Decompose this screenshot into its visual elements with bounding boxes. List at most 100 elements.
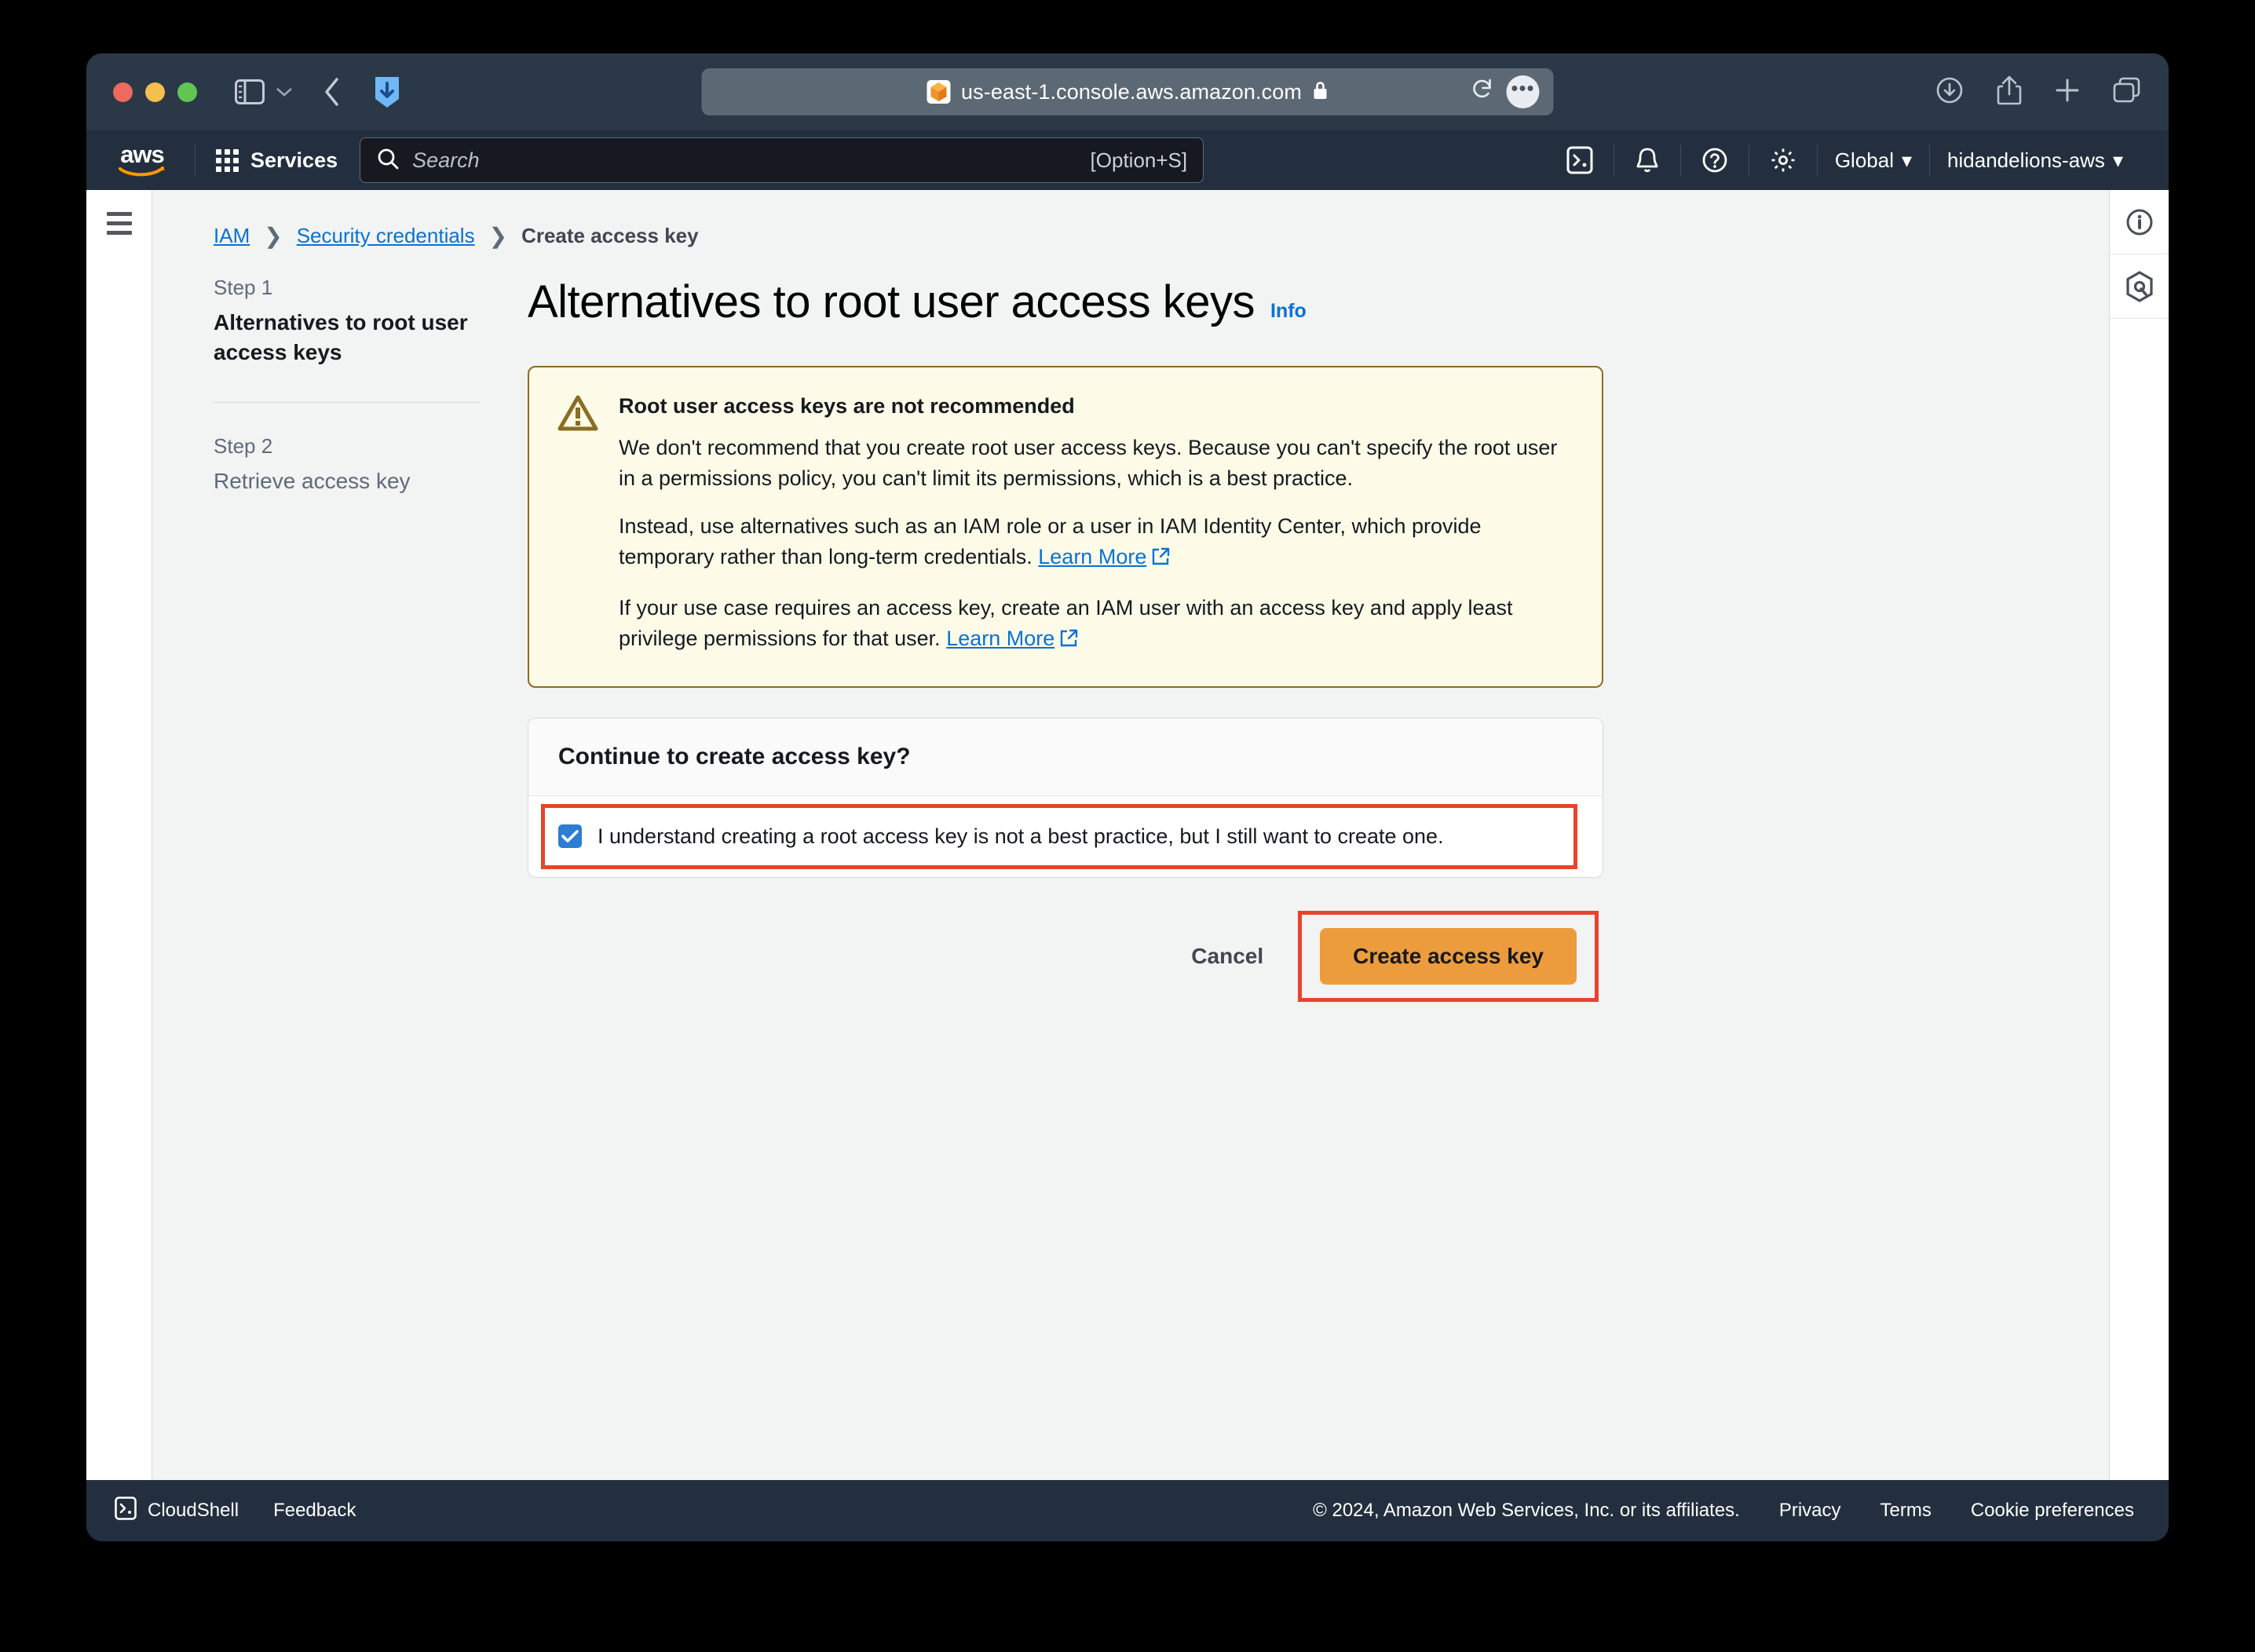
warning-triangle-icon xyxy=(557,394,598,656)
create-access-key-button[interactable]: Create access key xyxy=(1320,927,1577,985)
alert-paragraph-2: Instead, use alternatives such as an IAM… xyxy=(619,511,1570,575)
footer-right: © 2024, Amazon Web Services, Inc. or its… xyxy=(1313,1500,2134,1522)
downloads-icon[interactable] xyxy=(1935,75,1964,109)
footer-link-terms[interactable]: Terms xyxy=(1880,1500,1932,1522)
search-input[interactable]: Search [Option+S] xyxy=(360,137,1204,183)
aws-logo-text: aws xyxy=(120,141,165,169)
browser-window: us-east-1.console.aws.amazon.com ••• aws… xyxy=(86,53,2169,1541)
learn-more-link-2[interactable]: Learn More xyxy=(946,627,1054,650)
tab-overview-icon[interactable] xyxy=(2112,76,2142,108)
caret-down-icon: ▾ xyxy=(1901,148,1913,172)
acknowledge-checkbox[interactable] xyxy=(558,824,582,849)
breadcrumb-item-iam[interactable]: IAM xyxy=(214,224,250,248)
wizard-steps: Step 1 Alternatives to root user access … xyxy=(214,276,528,1002)
breadcrumb-separator: ❯ xyxy=(264,224,283,248)
wizard-layout: Step 1 Alternatives to root user access … xyxy=(152,249,2109,1002)
continue-card: Continue to create access key? I underst… xyxy=(528,717,1603,878)
footer-cloudshell-button[interactable]: CloudShell xyxy=(115,1496,239,1526)
cloudshell-icon xyxy=(115,1496,137,1526)
alert-paragraph-1: We don't recommend that you create root … xyxy=(619,436,1558,491)
learn-more-link-1[interactable]: Learn More xyxy=(1038,545,1146,568)
info-link[interactable]: Info xyxy=(1270,300,1307,323)
step-2-title: Retrieve access key xyxy=(214,468,411,493)
alert-title: Root user access keys are not recommende… xyxy=(619,394,1075,418)
account-menu[interactable]: hidandelions-aws ▾ xyxy=(1930,148,2140,173)
footer-link-privacy[interactable]: Privacy xyxy=(1779,1500,1841,1522)
step-divider xyxy=(214,401,481,403)
close-window-button[interactable] xyxy=(113,82,133,102)
help-circle-icon[interactable] xyxy=(1681,147,1749,174)
region-label: Global xyxy=(1834,148,1894,172)
console-footer: CloudShell Feedback © 2024, Amazon Web S… xyxy=(86,1480,2169,1541)
address-bar-actions: ••• xyxy=(1472,75,1540,108)
warning-alert: Root user access keys are not recommende… xyxy=(528,366,1603,688)
console-body: IAM ❯ Security credentials ❯ Create acce… xyxy=(86,190,2169,1480)
search-placeholder: Search xyxy=(412,148,480,172)
bell-icon[interactable] xyxy=(1614,146,1680,174)
services-grid-icon xyxy=(216,148,239,172)
breadcrumb: IAM ❯ Security credentials ❯ Create acce… xyxy=(152,190,2109,249)
window-controls xyxy=(113,82,197,102)
main-content: IAM ❯ Security credentials ❯ Create acce… xyxy=(152,190,2109,1480)
search-icon xyxy=(376,147,400,174)
info-circle-icon[interactable] xyxy=(2110,190,2169,254)
page-header: Alternatives to root user access keys In… xyxy=(528,276,1603,328)
reload-icon[interactable] xyxy=(1472,78,1494,107)
bookmark-download-icon[interactable] xyxy=(373,75,401,109)
footer-copyright: © 2024, Amazon Web Services, Inc. or its… xyxy=(1313,1500,1740,1521)
share-icon[interactable] xyxy=(1996,75,2023,110)
hamburger-menu-icon[interactable] xyxy=(106,212,132,1480)
lock-icon xyxy=(1313,80,1329,104)
new-tab-icon[interactable] xyxy=(2054,77,2081,108)
step-2-number: Step 2 xyxy=(214,433,273,458)
address-bar[interactable]: us-east-1.console.aws.amazon.com ••• xyxy=(701,68,1554,115)
more-options-icon[interactable]: ••• xyxy=(1506,75,1540,108)
footer-left: CloudShell Feedback xyxy=(115,1496,356,1526)
acknowledge-checkbox-row[interactable]: I understand creating a root access key … xyxy=(541,803,1577,869)
footer-cloudshell-label: CloudShell xyxy=(148,1500,239,1521)
account-label: hidandelions-aws xyxy=(1947,148,2105,172)
breadcrumb-item-security-credentials[interactable]: Security credentials xyxy=(297,224,475,248)
step-1-number: Step 1 xyxy=(214,276,273,299)
card-header: Continue to create access key? xyxy=(528,718,1603,796)
page-title: Alternatives to root user access keys xyxy=(528,276,1255,327)
gear-icon[interactable] xyxy=(1749,147,1817,174)
right-panel-rail xyxy=(2109,190,2169,1480)
wizard-panel: Alternatives to root user access keys In… xyxy=(528,276,1603,1002)
minimize-window-button[interactable] xyxy=(145,82,165,102)
alert-content: Root user access keys are not recommende… xyxy=(619,394,1570,656)
cloudshell-icon[interactable] xyxy=(1546,146,1614,174)
footer-feedback-label: Feedback xyxy=(273,1500,356,1521)
wizard-step-1[interactable]: Step 1 Alternatives to root user access … xyxy=(214,276,481,367)
nav-divider xyxy=(195,144,196,176)
nav-right-actions: Global ▾ hidandelions-aws ▾ xyxy=(1546,144,2140,176)
create-access-key-highlight: Create access key xyxy=(1298,910,1599,1002)
aws-smile-icon xyxy=(119,166,165,177)
external-link-icon xyxy=(1059,626,1078,656)
search-shortcut-hint: [Option+S] xyxy=(1090,148,1188,172)
cancel-button[interactable]: Cancel xyxy=(1191,944,1263,969)
browser-toolbar: us-east-1.console.aws.amazon.com ••• xyxy=(86,53,2169,130)
sidebar-rail xyxy=(86,190,152,1480)
url-text: us-east-1.console.aws.amazon.com xyxy=(961,79,1302,104)
region-selector[interactable]: Global ▾ xyxy=(1818,148,1929,173)
services-menu-button[interactable]: Services xyxy=(216,148,338,173)
aws-q-hexagon-icon[interactable] xyxy=(2110,254,2169,319)
aws-logo[interactable]: aws xyxy=(110,141,174,177)
breadcrumb-separator: ❯ xyxy=(488,224,508,248)
back-arrow-icon[interactable] xyxy=(323,76,342,108)
caret-down-icon: ▾ xyxy=(2112,148,2123,172)
chevron-down-icon[interactable] xyxy=(276,86,293,97)
step-1-title: Alternatives to root user access keys xyxy=(214,310,468,364)
external-link-icon xyxy=(1151,544,1170,575)
footer-link-cookie-preferences[interactable]: Cookie preferences xyxy=(1971,1500,2134,1522)
alert-paragraph-3: If your use case requires an access key,… xyxy=(619,593,1570,656)
acknowledge-checkbox-label: I understand creating a root access key … xyxy=(598,824,1444,848)
wizard-step-2[interactable]: Step 2 Retrieve access key xyxy=(214,434,481,496)
aws-favicon xyxy=(926,80,951,104)
maximize-window-button[interactable] xyxy=(177,82,197,102)
desktop-backdrop: us-east-1.console.aws.amazon.com ••• aws… xyxy=(0,0,2255,1652)
form-actions: Cancel Create access key xyxy=(528,910,1603,1002)
footer-feedback-link[interactable]: Feedback xyxy=(273,1500,356,1522)
sidebar-toggle-icon[interactable] xyxy=(235,79,265,104)
